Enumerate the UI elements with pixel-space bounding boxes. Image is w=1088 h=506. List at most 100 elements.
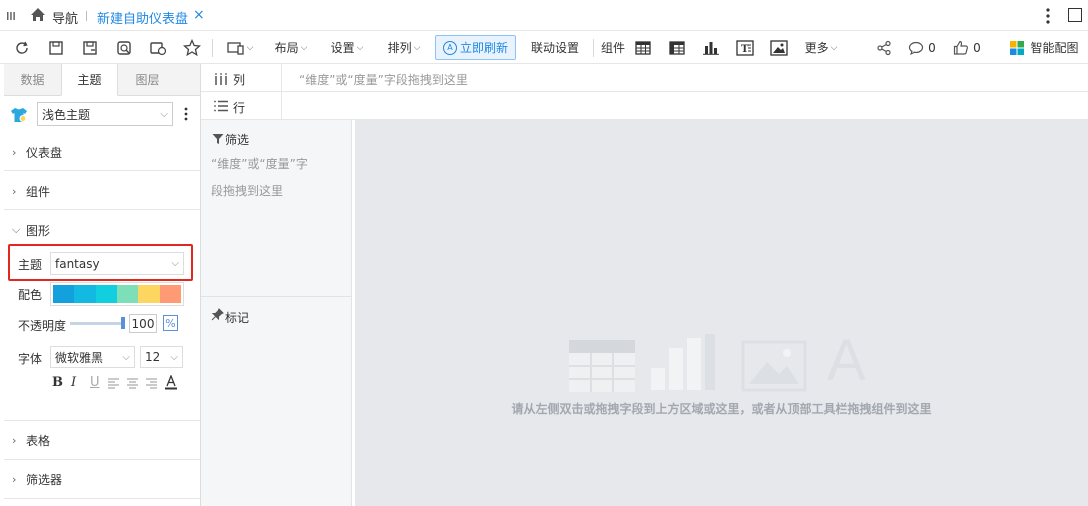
opacity-input[interactable]: 100 [129,314,157,333]
image-placeholder-icon [741,340,807,395]
dashboard-canvas[interactable]: A 请从左侧双击或拖拽字段到上方区域或这里，或者从顶部工具栏拖拽组件到这里 [355,120,1088,506]
refresh-icon[interactable] [12,31,32,64]
tab-data[interactable]: 数据 [4,64,61,96]
section-dashboard-label: 仪表盘 [26,145,63,160]
svg-text:T: T [741,44,749,55]
settings-menu[interactable]: 设置 ⌵ [326,31,368,64]
refresh-now-label: 立即刷新 [459,41,508,55]
save-icon[interactable] [46,31,66,64]
chevron-down-icon: ⌵ [170,351,178,363]
color-palette-picker[interactable] [50,282,184,306]
hamburger-icon[interactable] [6,10,16,20]
section-table[interactable]: › 表格 [0,430,200,450]
maximize-icon[interactable] [1068,8,1082,22]
save-as-icon[interactable] [80,31,100,64]
align-left-icon[interactable] [107,377,120,392]
section-graphics[interactable]: ⌵ 图形 [0,220,200,240]
section-filter[interactable]: › 筛选器 [0,469,200,489]
components-label: 组件 [599,31,627,64]
home-icon[interactable] [30,7,46,23]
palette-swatch [95,285,117,303]
comments-button[interactable]: 0 [907,31,937,64]
likes-button[interactable]: 0 [952,31,982,64]
favorite-icon[interactable] [182,31,202,64]
divider [4,459,200,460]
palette-swatch [138,285,160,303]
refresh-now-button[interactable]: A 立即刷新 [435,35,516,60]
chart-theme-select[interactable]: fantasy ⌵ [50,252,184,275]
table-placeholder-icon [569,340,635,395]
font-family-value: 微软雅黑 [55,350,104,365]
palette-swatch [74,285,96,303]
tabs-filler [177,64,200,96]
underline-button[interactable]: U [90,375,100,390]
image-component-icon[interactable] [769,31,789,64]
italic-button[interactable]: I [71,375,76,390]
section-filter-label: 筛选器 [26,472,63,487]
chevron-right-icon: › [12,433,17,447]
components-text: 组件 [600,41,625,55]
opacity-slider-track[interactable] [70,322,124,325]
linkage-label: 联动设置 [530,41,579,55]
divider [4,498,200,499]
tab-layers[interactable]: 图层 [118,64,177,96]
smart-chart-button[interactable]: 智能配图 [1007,31,1081,64]
opacity-value: 100 [131,316,155,331]
layout-menu[interactable]: 布局 ⌵ [270,31,312,64]
filter-drop-hint-line1[interactable]: “维度”或“度量”字 [211,155,308,172]
title-separator [86,11,87,21]
text-component-icon[interactable]: T [735,31,755,64]
filter-drop-hint-line2[interactable]: 段拖拽到这里 [211,182,283,199]
theme-more-icon[interactable] [184,107,188,121]
canvas-placeholder-text: 请从左侧双击或拖拽字段到上方区域或这里，或者从顶部工具栏拖拽组件到这里 [511,402,932,416]
marks-label: 标记 [225,311,250,325]
percent-toggle[interactable]: % [163,315,178,331]
arrange-menu[interactable]: 排列 ⌵ [383,31,425,64]
divider [201,296,352,297]
chevron-down-icon: ⌵ [356,42,364,53]
divider [4,170,200,171]
bar-chart-component-icon[interactable] [701,31,721,64]
nav-label[interactable]: 导航 [52,8,78,27]
more-menu[interactable]: 更多 ⌵ [800,31,842,64]
font-color-icon[interactable] [164,374,178,393]
likes-count: 0 [973,40,981,55]
chevron-down-icon: ⌵ [830,42,838,53]
tab-theme[interactable]: 主题 [61,64,118,96]
dashboard-tab[interactable]: 新建自助仪表盘 [97,8,188,27]
table-component-icon[interactable] [633,31,653,64]
columns-shelf[interactable]: 列 “维度”或“度量”字段拖拽到这里 [201,64,1088,92]
share-icon[interactable] [874,31,894,64]
rows-shelf[interactable]: 行 [201,92,1088,120]
close-tab-icon[interactable]: × [193,7,205,23]
section-dashboard[interactable]: › 仪表盘 [0,142,200,162]
divider [4,209,200,210]
opacity-slider-handle[interactable] [121,317,125,329]
theme-select[interactable]: 浅色主题 ⌵ [37,102,173,126]
align-right-icon[interactable] [145,377,158,392]
pin-icon [211,308,224,324]
font-size-select[interactable]: 12 ⌵ [140,346,183,368]
kebab-menu-icon[interactable] [1045,7,1051,25]
crosstab-component-icon[interactable] [667,31,687,64]
preview-icon[interactable] [114,31,134,64]
palette-swatch [116,285,139,303]
device-layout-button[interactable]: ⌵ [224,31,256,64]
columns-label: 列 [233,73,246,87]
font-family-select[interactable]: 微软雅黑 ⌵ [50,346,135,368]
publish-icon[interactable] [148,31,168,64]
toolbar-separator [593,39,594,57]
linkage-settings-button[interactable]: 联动设置 [528,31,582,64]
align-center-icon[interactable] [126,377,139,392]
title-bar: 导航 新建自助仪表盘 × [0,0,1088,31]
chart-theme-value: fantasy [55,256,100,271]
theme-select-value: 浅色主题 [42,107,91,122]
toolbar-separator [212,39,213,57]
bold-button[interactable]: B [52,375,63,390]
columns-icon [214,73,228,88]
middle-panel: 筛选 “维度”或“度量”字 段拖拽到这里 标记 [201,120,352,506]
comments-count: 0 [928,40,936,55]
section-component[interactable]: › 组件 [0,181,200,201]
font-size-value: 12 [145,350,161,364]
text-placeholder-icon: A [827,328,866,393]
